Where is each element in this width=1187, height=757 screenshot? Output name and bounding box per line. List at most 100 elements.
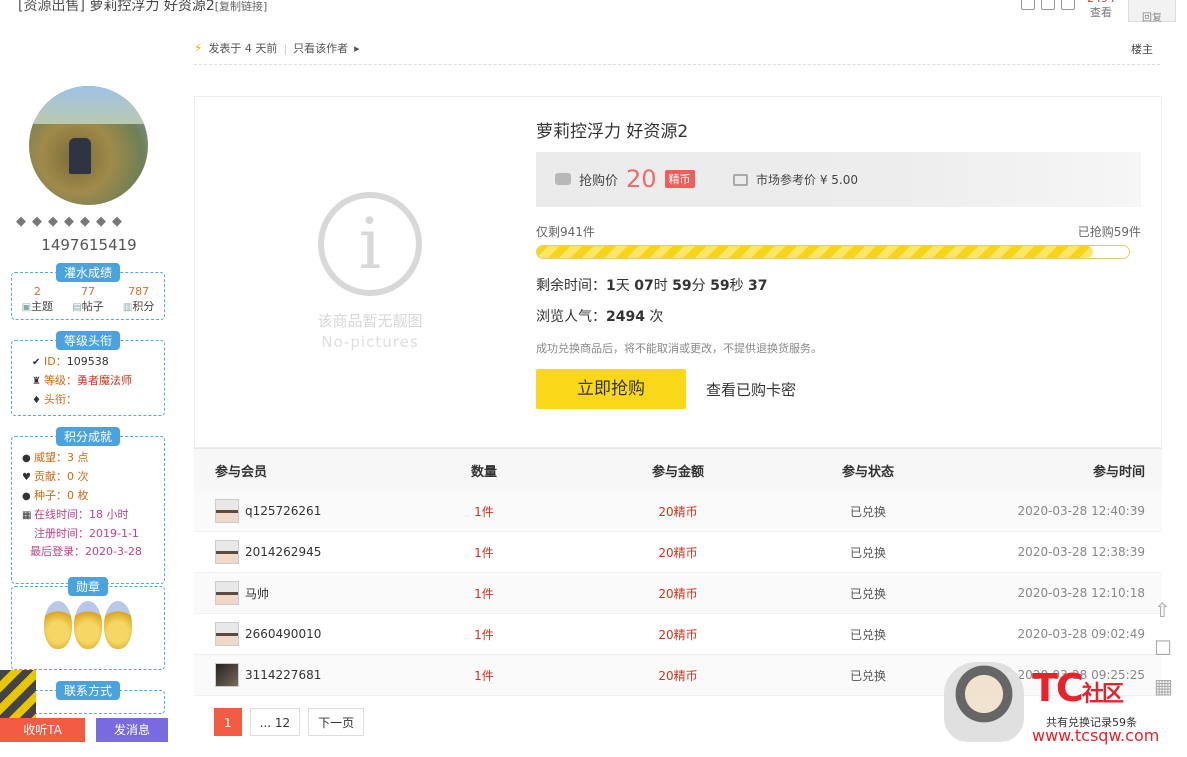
medals-box: 勋章 — [11, 577, 165, 670]
user-avatar[interactable] — [215, 581, 239, 605]
id-icon: ✔ — [32, 357, 41, 368]
page-last[interactable]: ... 12 — [249, 708, 301, 736]
pagination: 1 ... 12 下一页 — [214, 708, 365, 736]
view-count-label: 查看 — [1090, 6, 1112, 19]
calendar-icon — [733, 173, 748, 186]
play-icon: ▸ — [354, 41, 360, 55]
avatar-figure — [69, 138, 91, 174]
comment-icon[interactable]: ☐ — [1154, 636, 1173, 660]
points-lines: ● 威望：3 点 ♥ 贡献：0 次 ● 种子：0 枚 ▦ 在线时间：18 小时 注册时间… — [12, 437, 164, 561]
popularity-label: 浏览人气： — [536, 309, 606, 325]
row-user[interactable]: 2014262945 — [245, 545, 321, 559]
popularity-value: 2494 — [606, 309, 645, 325]
row-status: 已兑换 — [849, 545, 886, 560]
table-row: 2660490010 1件 20精币 已兑换 2020-03-28 09:02:… — [194, 614, 1162, 655]
points-icon: ▥ — [122, 302, 133, 313]
medal-icon[interactable] — [44, 601, 72, 649]
countdown-ms: 37 — [748, 278, 768, 294]
flash-price: 抢购价 20 精币 — [555, 165, 695, 193]
row-quantity: 1件 — [474, 668, 494, 683]
col-member: 参与会员 — [215, 464, 268, 480]
popularity: 浏览人气：2494 次 — [536, 306, 663, 326]
diamond-icon: ◆ — [48, 214, 58, 229]
topics-count[interactable]: 2 — [22, 285, 53, 298]
online-status-icon: ⚡ — [194, 41, 203, 55]
row-time: 2020-03-28 12:10:18 — [1017, 586, 1145, 600]
level-value: 勇者魔法师 — [77, 374, 132, 387]
price-unit: 精币 — [664, 170, 695, 188]
message-button[interactable]: 发消息 — [96, 718, 168, 742]
print-icon[interactable] — [1021, 0, 1035, 10]
row-amount: 20精币 — [658, 668, 698, 683]
row-status: 已兑换 — [849, 627, 886, 642]
countdown-label: 剩余时间： — [536, 278, 606, 294]
row-quantity: 1件 — [474, 627, 494, 642]
row-amount: 20精币 — [658, 545, 698, 560]
medal-icon[interactable] — [74, 601, 102, 649]
points-box: 积分成就 ● 威望：3 点 ♥ 贡献：0 次 ● 种子：0 枚 ▦ 在线时间：18 小时… — [11, 427, 165, 584]
row-quantity: 1件 — [474, 504, 494, 519]
rank-lines: ✔ ID：109538 ♜ 等级：勇者魔法师 ♦ 头衔： — [12, 341, 164, 410]
page-current[interactable]: 1 — [214, 708, 242, 736]
view-purchased-link[interactable]: 查看已购卡密 — [706, 379, 796, 400]
follow-button[interactable]: 收听TA — [0, 718, 85, 742]
info-icon: i — [318, 192, 422, 296]
medal-icon[interactable] — [104, 601, 132, 649]
popularity-unit: 次 — [649, 309, 664, 325]
no-image-text-en: No-pictures — [321, 333, 419, 351]
no-image-placeholder: i 该商品暂无靓图 No-pictures — [295, 192, 445, 351]
copy-link[interactable]: [复制链接] — [215, 0, 268, 13]
row-user[interactable]: 马帅 — [245, 585, 269, 602]
avatar[interactable] — [29, 86, 148, 205]
buy-now-button[interactable]: 立即抢购 — [536, 369, 686, 409]
page: [资源出售] 萝莉控浮力 好资源2[复制链接] 2494 查看 回复 ◆ ◆ ◆… — [0, 0, 1187, 757]
countdown-days-unit: 天 — [615, 278, 630, 294]
user-avatar[interactable] — [215, 499, 239, 523]
row-user[interactable]: 2660490010 — [245, 627, 321, 641]
only-author-link[interactable]: 只看该作者 — [293, 40, 348, 56]
mascot-image — [944, 662, 1024, 742]
row-user[interactable]: 3114227681 — [245, 668, 321, 682]
author-username[interactable]: 1497615419 — [0, 236, 178, 254]
medal-list — [12, 587, 164, 649]
user-avatar[interactable] — [215, 663, 239, 687]
author-sidebar: ◆ ◆ ◆ ◆ ◆ ◆ ◆ 1497615419 灌水成绩 2 ▣主题 77 ▤… — [0, 20, 178, 757]
floor-label[interactable]: 楼主 — [1131, 41, 1153, 57]
level-key: 等级： — [44, 374, 77, 387]
price-bar: 抢购价 20 精币 市场参考价 ¥ 5.00 — [536, 152, 1141, 207]
id-value: 109538 — [66, 355, 109, 368]
stock-progress — [536, 245, 1130, 259]
points-count[interactable]: 787 — [123, 285, 154, 298]
rocket-icon[interactable]: ⇧ — [1154, 598, 1173, 622]
prev-thread-icon[interactable] — [1041, 0, 1055, 10]
purchase-notice: 成功兑换商品后，将不能取消或更改，不提供退换货服务。 — [536, 342, 822, 355]
title-icon: ♦ — [32, 395, 41, 406]
contribution: 贡献：0 次 — [34, 470, 89, 483]
row-quantity: 1件 — [474, 545, 494, 560]
countdown-seconds-unit: 秒 — [729, 278, 744, 294]
prestige: 威望：3 点 — [34, 451, 89, 464]
row-user[interactable]: q125726261 — [245, 504, 321, 518]
countdown-minutes: 59 — [672, 278, 692, 294]
rank-title: 等级头衔 — [55, 331, 121, 350]
page-next[interactable]: 下一页 — [308, 708, 365, 736]
seed-icon: ● — [22, 491, 31, 502]
bulb-icon: ● — [22, 453, 31, 464]
diamond-icon: ◆ — [64, 214, 74, 229]
thread-category[interactable]: [资源出售] — [18, 0, 85, 14]
last-login: 最后登录：2020-3-28 — [30, 545, 142, 558]
meta-divider: | — [283, 41, 288, 55]
col-time: 参与时间 — [1092, 464, 1145, 480]
next-thread-icon[interactable] — [1061, 0, 1075, 10]
market-price: 市场参考价 ¥ 5.00 — [733, 171, 858, 188]
user-avatar[interactable] — [215, 540, 239, 564]
title-key: 头衔： — [44, 393, 77, 406]
user-avatar[interactable] — [215, 622, 239, 646]
stock-remaining: 仅剩941件 — [536, 225, 595, 239]
row-amount: 20精币 — [658, 586, 698, 601]
posts-count[interactable]: 77 — [72, 285, 103, 298]
stock-info: 仅剩941件 已抢购59件 — [536, 223, 1141, 240]
redemption-table: 参与会员 数量 参与金额 参与状态 参与时间 q125726261 1件 20精… — [194, 448, 1162, 696]
countdown-minutes-unit: 分 — [691, 278, 706, 294]
diamond-icon: ◆ — [96, 214, 106, 229]
